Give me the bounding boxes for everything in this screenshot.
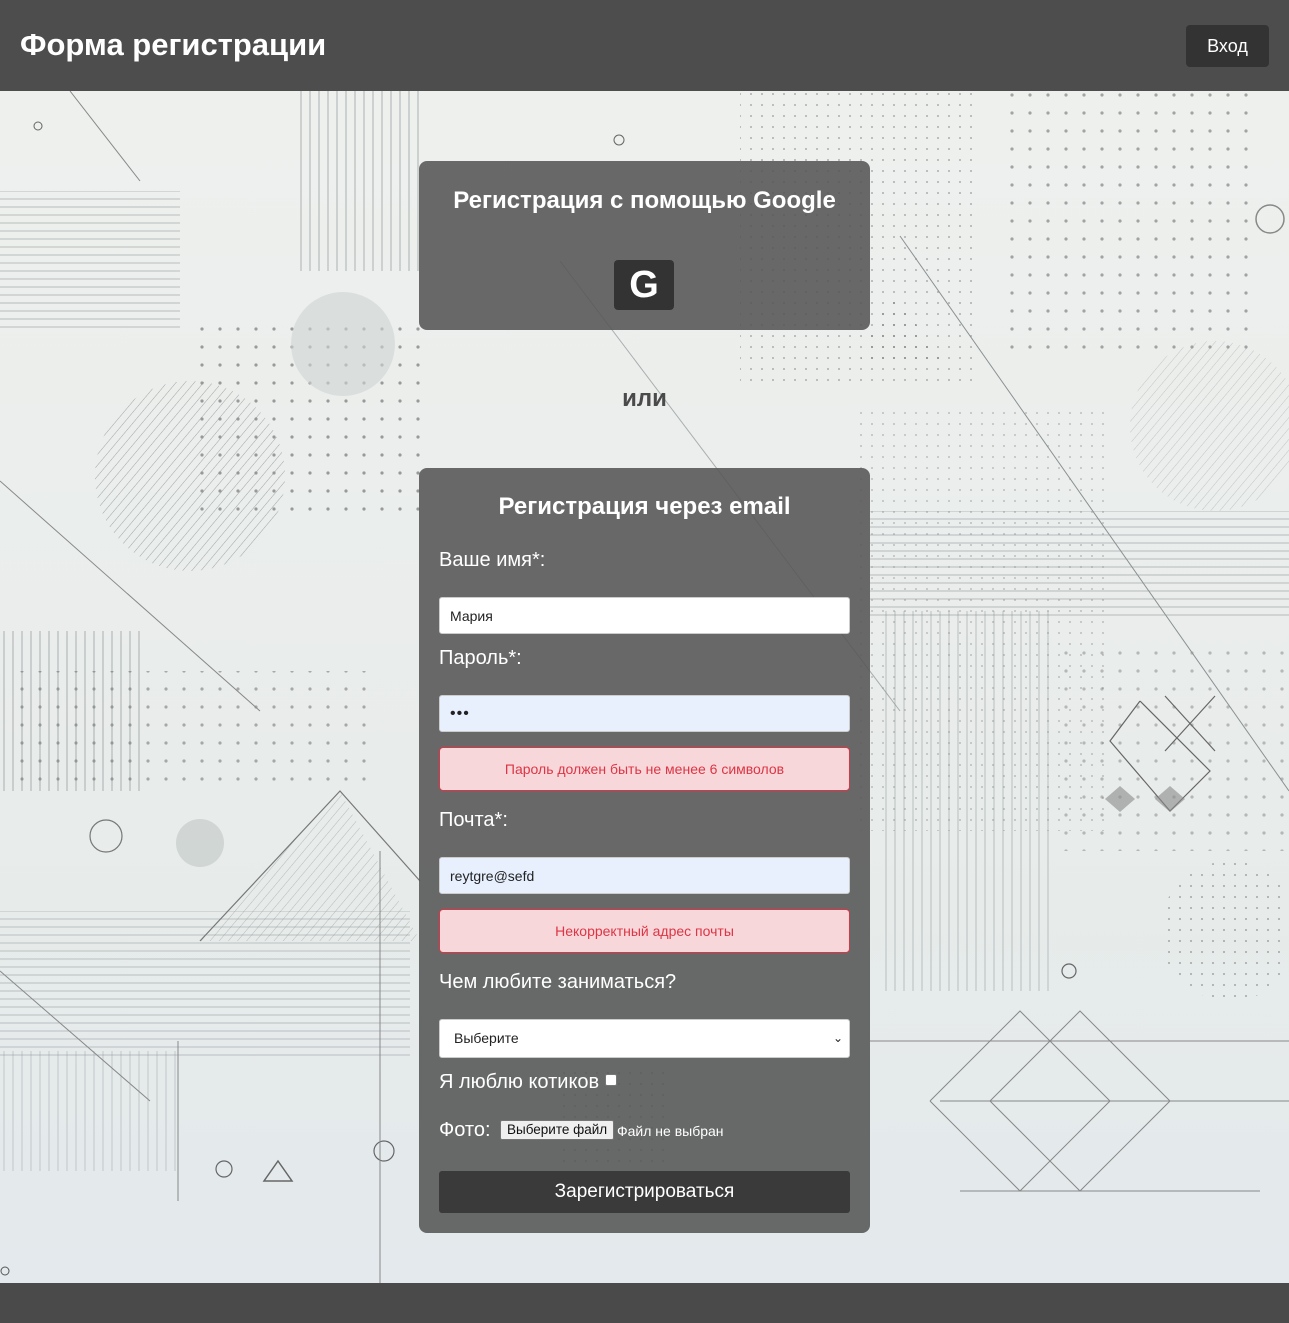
password-input[interactable]: ••• [439,695,850,732]
google-signup-title: Регистрация с помощью Google [453,187,836,214]
cats-checkbox[interactable] [605,1074,618,1086]
email-signup-card: Регистрация через email Ваше имя*: Парол… [419,468,870,1233]
page-footer [0,1283,1289,1323]
email-error-message: Некорректный адрес почты [439,909,850,953]
email-signup-title: Регистрация через email [498,493,791,520]
register-submit-button[interactable]: Зарегистрироваться [439,1171,850,1213]
chevron-down-icon: ⌄ [832,1031,843,1045]
or-divider: или [622,385,667,412]
photo-label: Фото: [439,1119,491,1141]
name-input[interactable] [439,597,850,634]
password-error-message: Пароль должен быть не менее 6 символов [439,747,850,791]
email-input[interactable] [439,857,850,894]
hobby-select[interactable]: Выберите ⌄ [439,1019,850,1058]
hobby-label: Чем любите заниматься? [439,971,677,993]
name-label: Ваше имя*: [439,549,546,571]
google-signup-button[interactable]: G [614,260,674,310]
choose-file-button[interactable]: Выберите файл [500,1120,615,1140]
file-status-text: Файл не выбран [617,1123,724,1139]
top-header: Форма регистрации Вход [0,0,1289,91]
page-title: Форма регистрации [20,27,327,62]
google-icon: G [629,264,659,306]
google-signup-card: Регистрация с помощью Google G [419,161,870,330]
login-button[interactable]: Вход [1186,25,1269,67]
hobby-select-value: Выберите [454,1030,519,1046]
cats-checkbox-label: Я люблю котиков [439,1071,600,1093]
password-label: Пароль*: [439,647,522,669]
email-label: Почта*: [439,809,508,831]
cats-checkbox-row: Я люблю котиков [439,1070,618,1094]
